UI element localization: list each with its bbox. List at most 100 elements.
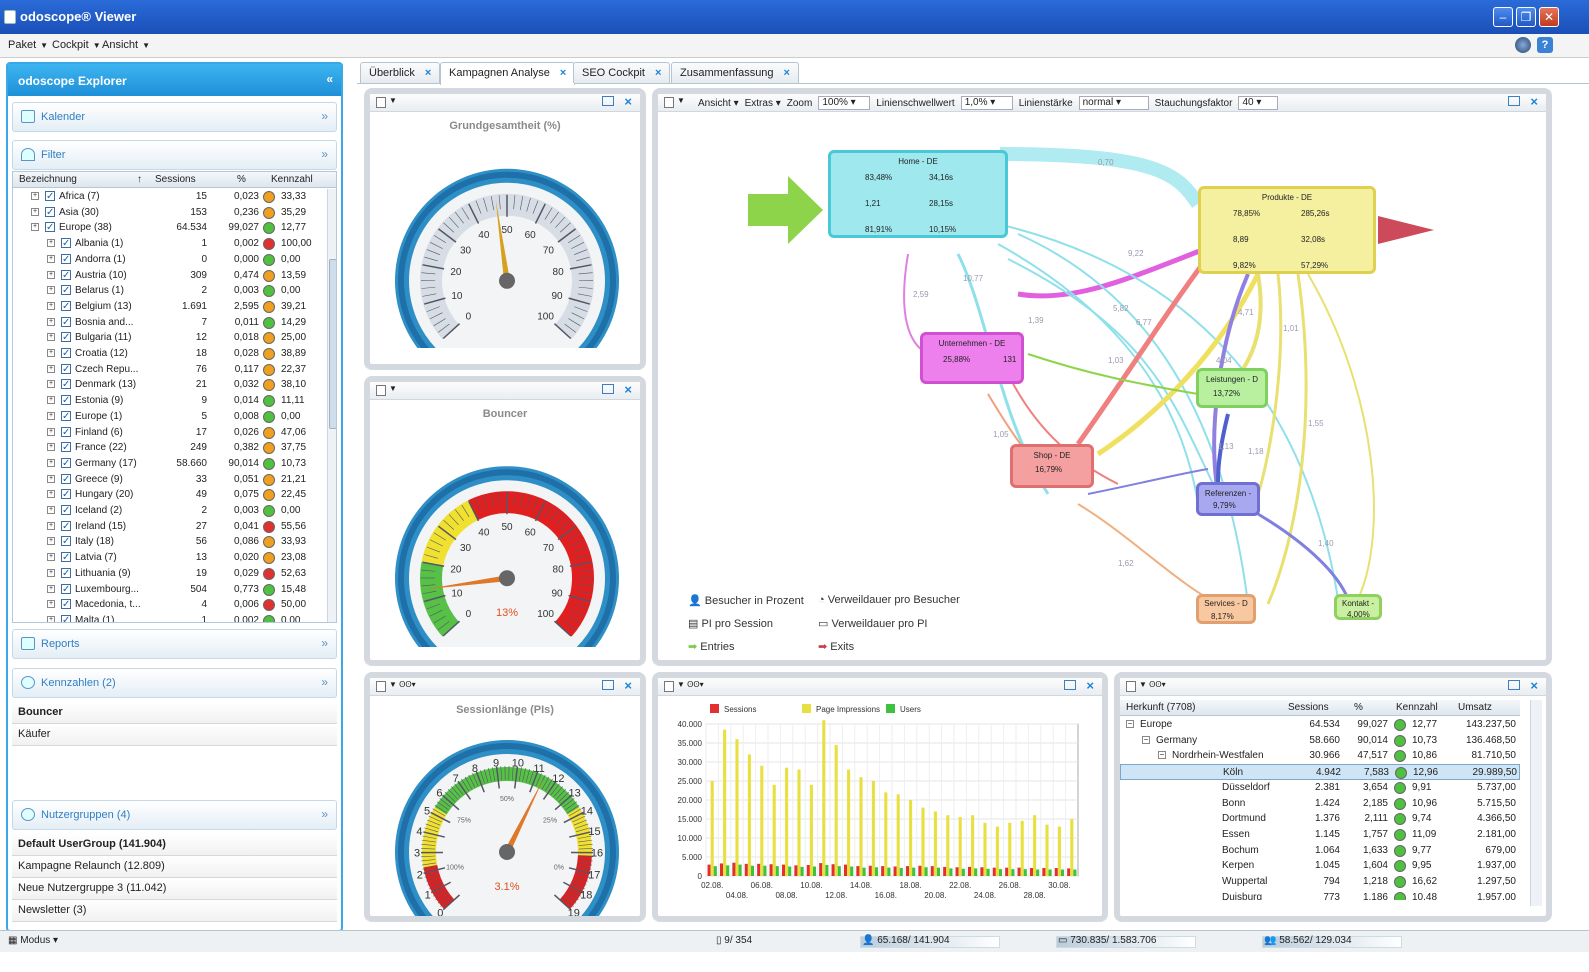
tab-kampagnen-analyse[interactable]: Kampagnen Analyse ×: [440, 62, 576, 85]
col-kennzahl[interactable]: Kennzahl: [271, 174, 313, 185]
filter-row[interactable]: + Denmark (13) 21 0,032 38,10: [13, 377, 323, 393]
close-button[interactable]: ✕: [1539, 7, 1559, 27]
close-icon[interactable]: ×: [624, 382, 632, 397]
filter-row[interactable]: + Hungary (20) 49 0,075 22,45: [13, 487, 323, 503]
filter-row[interactable]: + Czech Repu... 76 0,117 22,37: [13, 362, 323, 378]
expand-icon[interactable]: +: [47, 600, 55, 609]
collapse-icon[interactable]: −: [1126, 720, 1134, 728]
col-umsatz[interactable]: Umsatz: [1458, 702, 1492, 713]
checkbox[interactable]: [61, 252, 71, 267]
herkunft-row[interactable]: Bochum 1.064 1,633 9,77 679,00: [1120, 843, 1520, 859]
filter-row[interactable]: + Europe (38) 64.534 99,027 12,77: [13, 220, 323, 236]
filter-row[interactable]: + Greece (9) 33 0,051 21,21: [13, 472, 323, 488]
extras-menu[interactable]: Extras ▾: [745, 98, 781, 109]
checkbox[interactable]: [61, 236, 71, 251]
checkbox[interactable]: [61, 472, 71, 487]
close-icon[interactable]: ×: [1086, 678, 1094, 693]
expand-icon[interactable]: +: [47, 506, 55, 514]
checkbox[interactable]: [45, 189, 55, 204]
filter-row[interactable]: + Ireland (15) 27 0,041 55,56: [13, 519, 323, 535]
checkbox[interactable]: [61, 550, 71, 565]
section-reports[interactable]: Reports »: [12, 629, 337, 659]
usergroup-item[interactable]: Newsletter (3): [12, 900, 337, 922]
node-referenzen[interactable]: Referenzen - 9,79%: [1196, 482, 1260, 516]
panel-menu-icon[interactable]: [664, 681, 674, 692]
checkbox[interactable]: [61, 597, 71, 612]
herkunft-row[interactable]: Essen 1.145 1,757 11,09 2.181,00: [1120, 827, 1520, 843]
expand-icon[interactable]: +: [47, 458, 55, 467]
expand-icon[interactable]: +: [47, 615, 55, 622]
filter-row[interactable]: + Asia (30) 153 0,236 35,29: [13, 205, 323, 221]
close-icon[interactable]: ×: [1530, 94, 1538, 109]
herkunft-row[interactable]: Düsseldorf 2.381 3,654 9,91 5.737,00: [1120, 780, 1520, 796]
usergroup-item[interactable]: Default UserGroup (141.904): [12, 834, 337, 856]
menu-ansicht[interactable]: Ansicht ▼: [102, 39, 150, 51]
checkbox[interactable]: [61, 582, 71, 597]
filter-row[interactable]: + Finland (6) 17 0,026 47,06: [13, 425, 323, 441]
section-kalender[interactable]: Kalender »: [12, 102, 337, 132]
filter-row[interactable]: + Bosnia and... 7 0,011 14,29: [13, 315, 323, 331]
checkbox[interactable]: [61, 613, 71, 622]
expand-icon[interactable]: +: [47, 380, 55, 389]
expand-icon[interactable]: +: [47, 286, 55, 295]
col-herkunft[interactable]: Herkunft (7708): [1126, 702, 1195, 713]
panel-menu-icon[interactable]: [376, 681, 386, 692]
scroll-thumb[interactable]: [329, 259, 336, 429]
maximize-button[interactable]: ❐: [1516, 7, 1536, 27]
checkbox[interactable]: [61, 487, 71, 502]
popout-icon[interactable]: [602, 96, 614, 106]
expand-icon[interactable]: +: [31, 192, 39, 200]
collapse-explorer-icon[interactable]: «: [326, 72, 333, 86]
node-home[interactable]: Home - DE 83,48% 34,16s 1,21 28,15s 81,9…: [828, 150, 1008, 238]
node-kontakt[interactable]: Kontakt - 4,00%: [1334, 594, 1382, 620]
expand-icon[interactable]: +: [47, 270, 55, 279]
col-bezeichnung[interactable]: Bezeichnung: [19, 174, 77, 185]
filter-row[interactable]: + Malta (1) 1 0,002 0,00: [13, 613, 323, 622]
expand-icon[interactable]: +: [47, 254, 55, 263]
expand-icon[interactable]: +: [47, 349, 55, 357]
close-tab-icon[interactable]: ×: [655, 67, 661, 79]
expand-icon[interactable]: +: [47, 490, 55, 499]
filter-row[interactable]: + Iceland (2) 2 0,003 0,00: [13, 503, 323, 519]
panel-menu-icon[interactable]: [376, 97, 386, 108]
node-shop[interactable]: Shop - DE 16,79%: [1010, 444, 1094, 488]
filter-row[interactable]: + Belgium (13) 1.691 2,595 39,21: [13, 299, 323, 315]
section-filter[interactable]: Filter »: [12, 140, 337, 170]
filter-row[interactable]: + Belarus (1) 2 0,003 0,00: [13, 283, 323, 299]
checkbox[interactable]: [61, 456, 71, 471]
checkbox[interactable]: [61, 268, 71, 283]
checkbox[interactable]: [45, 220, 55, 235]
menu-paket[interactable]: Paket ▼: [8, 39, 48, 51]
filter-scrollbar[interactable]: [327, 189, 336, 622]
popout-icon[interactable]: [1064, 680, 1076, 690]
checkbox[interactable]: [61, 377, 71, 392]
expand-icon[interactable]: +: [47, 364, 55, 373]
checkbox[interactable]: [61, 440, 71, 455]
filter-row[interactable]: + France (22) 249 0,382 37,75: [13, 440, 323, 456]
checkbox[interactable]: [61, 362, 71, 377]
herkunft-scrollbar[interactable]: [1530, 700, 1542, 906]
expand-icon[interactable]: +: [47, 411, 55, 420]
checkbox[interactable]: [61, 566, 71, 581]
globe-icon[interactable]: [1515, 37, 1531, 53]
popout-icon[interactable]: [1508, 96, 1520, 106]
checkbox[interactable]: [61, 425, 71, 440]
close-icon[interactable]: ×: [624, 94, 632, 109]
popout-icon[interactable]: [1508, 680, 1520, 690]
collapse-icon[interactable]: −: [1158, 751, 1166, 760]
close-icon[interactable]: ×: [1530, 678, 1538, 693]
expand-icon[interactable]: +: [47, 537, 55, 546]
herkunft-row[interactable]: Wuppertal 794 1,218 16,62 1.297,50: [1120, 874, 1520, 890]
herkunft-row[interactable]: Dortmund 1.376 2,111 9,74 4.366,50: [1120, 811, 1520, 827]
herkunft-row[interactable]: − Nordrhein-Westfalen 30.966 47,517 10,86 81.…: [1120, 748, 1520, 764]
expand-icon[interactable]: +: [47, 584, 55, 593]
mode-menu[interactable]: ▦ Modus ▾: [8, 935, 58, 946]
expand-icon[interactable]: +: [47, 474, 55, 483]
node-produkte[interactable]: Produkte - DE 78,85% 285,26s 8,89 32,08s…: [1198, 186, 1376, 274]
schwell-select[interactable]: 1,0% ▾: [960, 96, 1013, 110]
checkbox[interactable]: [61, 393, 71, 408]
expand-icon[interactable]: +: [47, 553, 55, 562]
filter-row[interactable]: + Bulgaria (11) 12 0,018 25,00: [13, 330, 323, 346]
checkbox[interactable]: [61, 299, 71, 314]
expand-icon[interactable]: +: [47, 239, 55, 248]
